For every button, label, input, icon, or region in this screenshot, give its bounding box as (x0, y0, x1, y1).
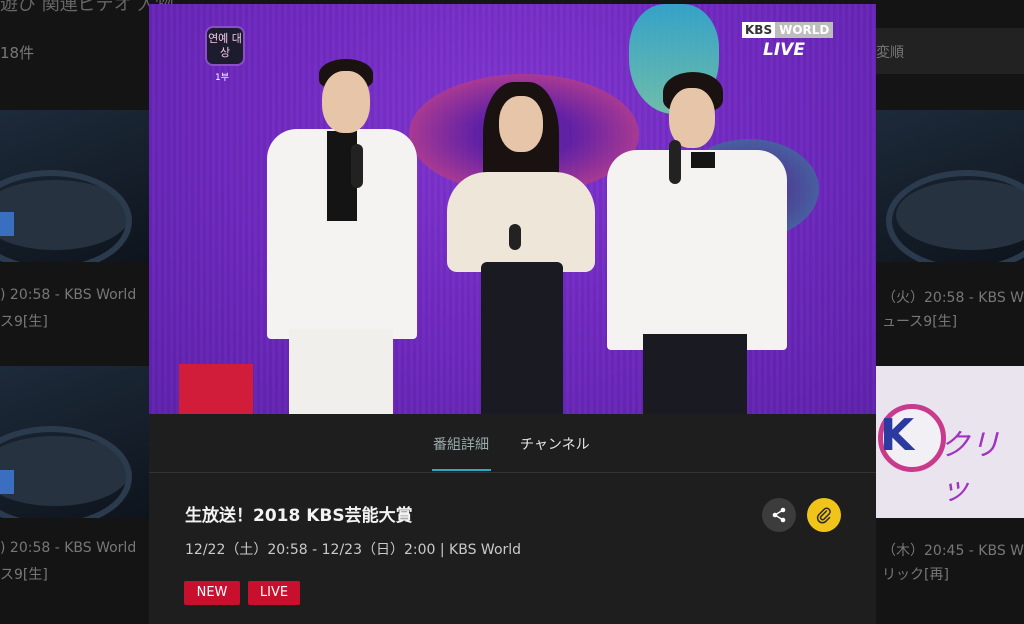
video-player[interactable]: 연예 대상 1부 KBS WORLD LIVE (149, 4, 876, 414)
channel-badge (0, 470, 14, 494)
video-thumbnail[interactable] (0, 110, 149, 262)
thumbnail-meta: （火）20:58 - KBS W (882, 290, 1024, 306)
tab-channel[interactable]: チャンネル (520, 434, 590, 454)
share-icon (772, 507, 786, 523)
video-thumbnail[interactable] (876, 110, 1024, 262)
program-logo-subtitle: 1부 (215, 73, 230, 83)
program-detail-modal: 연예 대상 1부 KBS WORLD LIVE 番組詳細 チャンネル 生放送！2… (149, 4, 876, 624)
sort-label[interactable]: 変順 (876, 42, 904, 62)
broadcaster-logo: KBS WORLD (742, 22, 834, 38)
thumbnail-meta: ) 20:58 - KBS World (0, 540, 137, 556)
program-logo: 연예 대상 (205, 26, 245, 66)
thumbnail-meta: （木）20:45 - KBS W (882, 543, 1024, 559)
clip-button[interactable] (807, 498, 841, 532)
host-right (607, 72, 787, 414)
kbs-k-letter: K (880, 410, 915, 461)
stage-decoration (179, 364, 253, 414)
thumbnail-title[interactable]: ス9[生] (0, 311, 48, 331)
broadcaster-world: WORLD (775, 22, 834, 38)
thumbnail-title[interactable]: ュース9[生] (882, 311, 957, 331)
paperclip-icon (816, 507, 831, 524)
host-center (441, 82, 601, 414)
host-left (267, 59, 417, 414)
thumbnail-title[interactable]: リック[再] (882, 564, 949, 584)
kbs-clip-thumbnail[interactable]: K クリッ (876, 366, 1024, 518)
channel-badge (0, 212, 14, 236)
tab-program-details[interactable]: 番組詳細 (433, 434, 489, 454)
video-thumbnail[interactable] (0, 366, 149, 518)
background-heading: 遊び 関連ビデオ 人物 (0, 0, 174, 15)
live-badge: LIVE (248, 581, 300, 605)
live-indicator: LIVE (763, 40, 805, 60)
thumbnail-meta: ) 20:58 - KBS World (0, 287, 137, 303)
share-button[interactable] (762, 498, 796, 532)
program-title: 生放送！2018 KBS芸能大賞 (185, 506, 413, 526)
result-count: 18件 (0, 44, 35, 62)
kbs-clip-text: クリッ (940, 428, 1000, 507)
broadcaster-kbs: KBS (742, 22, 776, 38)
thumbnail-title[interactable]: ス9[生] (0, 564, 48, 584)
new-badge: NEW (184, 581, 240, 605)
detail-tabs: 番組詳細 チャンネル (149, 414, 876, 473)
active-tab-indicator (432, 469, 491, 471)
program-schedule: 12/22（土）20:58 - 12/23（日）2:00 | KBS World (185, 542, 522, 558)
